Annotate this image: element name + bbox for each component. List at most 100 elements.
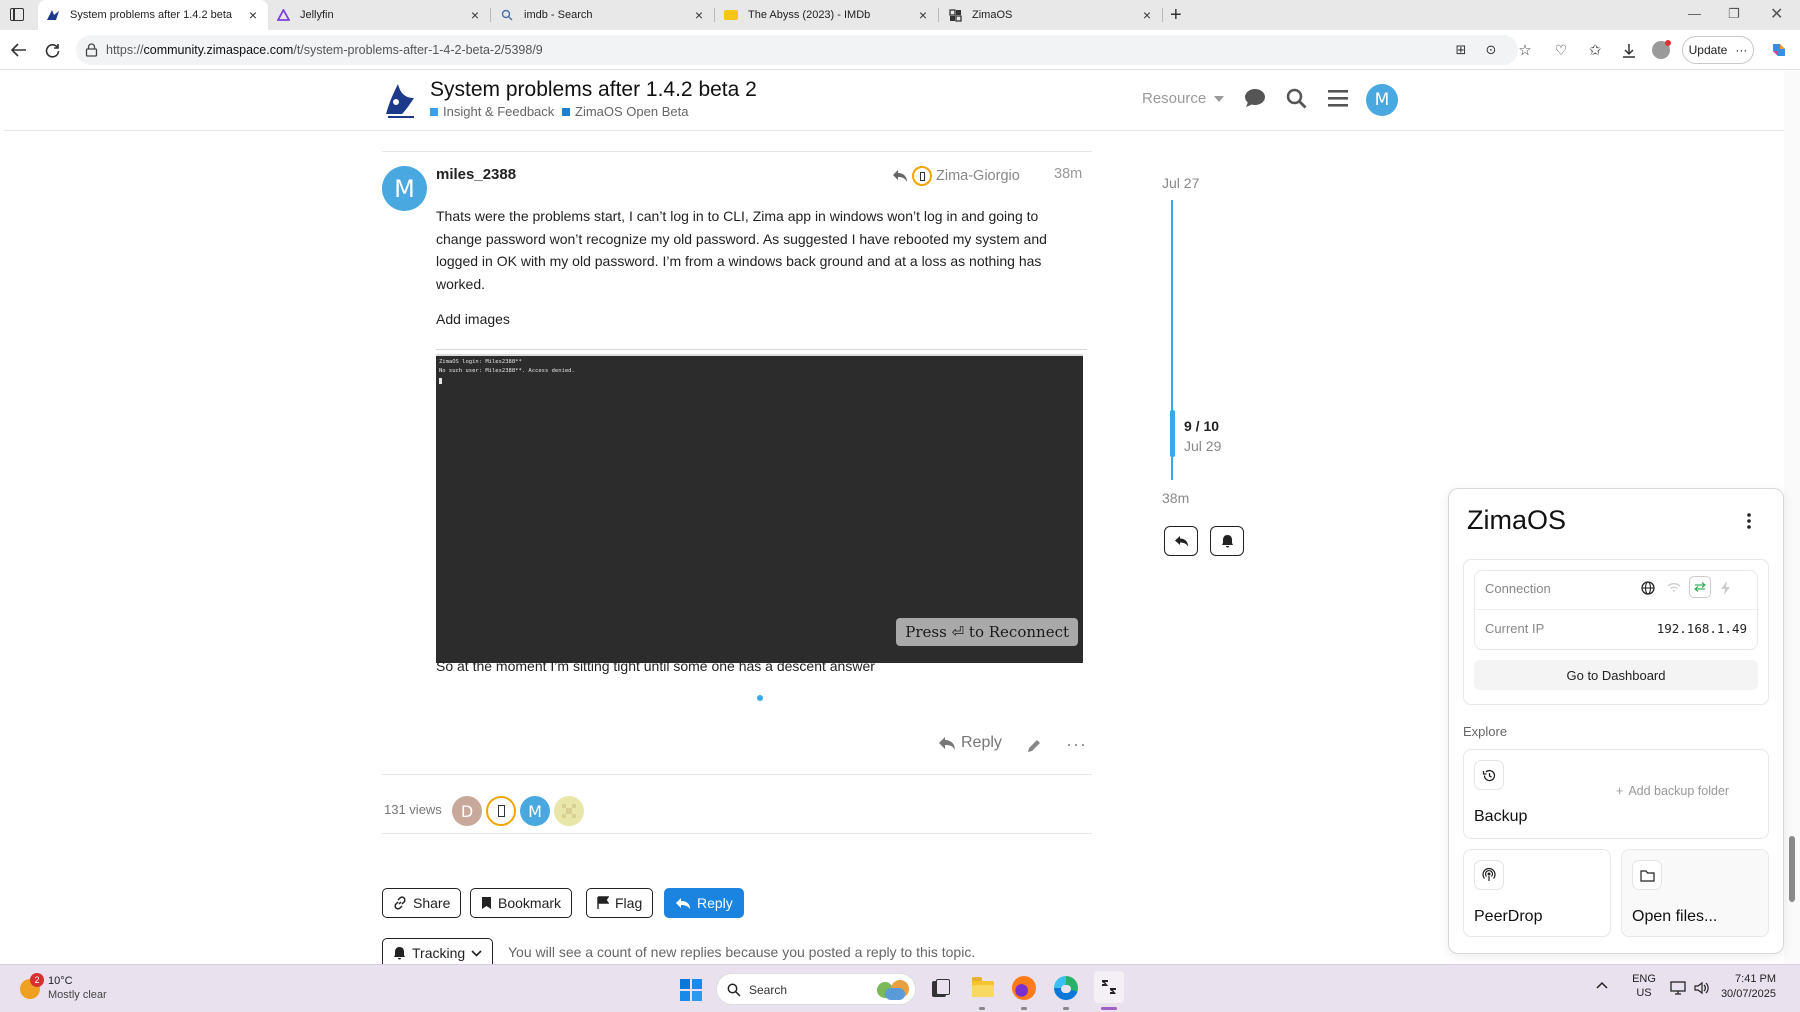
minimize-icon[interactable]: — bbox=[1688, 6, 1701, 21]
user-avatar[interactable]: M bbox=[1366, 84, 1398, 116]
search-icon[interactable] bbox=[1286, 88, 1307, 109]
chat-icon[interactable] bbox=[1244, 88, 1266, 108]
open-files-card[interactable]: Open files... bbox=[1621, 849, 1769, 937]
add-backup-folder-link[interactable]: + Add backup folder bbox=[1616, 784, 1729, 798]
go-to-dashboard-button[interactable]: Go to Dashboard bbox=[1474, 660, 1758, 690]
refresh-icon[interactable] bbox=[41, 39, 63, 61]
close-icon[interactable]: × bbox=[692, 7, 706, 23]
site-info-icon[interactable] bbox=[85, 43, 98, 57]
app-install-icon[interactable]: ⊞ bbox=[1450, 39, 1472, 61]
reply-to-name: Zima-Giorgio bbox=[936, 168, 1020, 184]
close-icon[interactable]: × bbox=[916, 7, 930, 23]
terminal-screenshot[interactable]: ZimaOS login: Miles2388** No such user: … bbox=[436, 354, 1083, 663]
tab-jellyfin[interactable]: Jellyfin × bbox=[268, 0, 490, 30]
edit-pencil-icon[interactable] bbox=[1026, 738, 1042, 754]
zimaos-whale-icon bbox=[46, 8, 60, 22]
tab-system-problems[interactable]: System problems after 1.4.2 beta × bbox=[38, 0, 268, 30]
tab-title: imdb - Search bbox=[524, 9, 593, 21]
kebab-menu-icon[interactable] bbox=[1747, 513, 1751, 529]
chevron-up-icon[interactable] bbox=[1596, 981, 1608, 989]
url-text: https://community.zimaspace.com/t/system… bbox=[106, 43, 543, 57]
terminal-cursor bbox=[439, 378, 442, 384]
tab-actions-icon[interactable] bbox=[10, 8, 24, 21]
app-indicator bbox=[1021, 1007, 1027, 1010]
participant-avatar[interactable]: M bbox=[520, 796, 550, 826]
link-icon bbox=[394, 896, 406, 910]
post-author-avatar[interactable]: M bbox=[382, 166, 427, 211]
peerdrop-card[interactable]: PeerDrop bbox=[1463, 849, 1611, 937]
timeline-reply-button[interactable] bbox=[1164, 526, 1198, 556]
post-author-name[interactable]: miles_2388 bbox=[436, 166, 516, 183]
favorites-icon[interactable]: ✩ bbox=[1584, 39, 1606, 61]
start-button[interactable] bbox=[680, 979, 702, 1001]
tab-the-abyss[interactable]: The Abyss (2023) - IMDb × bbox=[716, 0, 938, 30]
reply-arrow-icon bbox=[1174, 536, 1188, 547]
loading-dot bbox=[757, 695, 763, 701]
participant-avatar[interactable] bbox=[554, 796, 584, 826]
post-reply-button[interactable]: Reply bbox=[938, 734, 1002, 752]
close-icon[interactable]: × bbox=[468, 7, 482, 23]
browser-essentials-icon[interactable]: ♡ bbox=[1550, 39, 1572, 61]
resource-dropdown[interactable]: Resource bbox=[1142, 90, 1225, 107]
category-zimaos-open-beta[interactable]: ZimaOS Open Beta bbox=[562, 104, 688, 119]
more-options-icon[interactable]: ··· bbox=[1066, 734, 1087, 755]
download-icon[interactable] bbox=[1618, 39, 1640, 61]
weather-widget[interactable]: 2 10°C Mostly clear bbox=[16, 971, 136, 1007]
timeline-notify-button[interactable] bbox=[1210, 526, 1244, 556]
connection-card: Connection Current IP 192.168.1.49 Go to… bbox=[1463, 559, 1769, 705]
network-icon[interactable] bbox=[1670, 981, 1686, 995]
volume-icon[interactable] bbox=[1694, 981, 1710, 995]
hamburger-menu-icon[interactable] bbox=[1328, 90, 1348, 107]
firefox-icon[interactable] bbox=[1012, 976, 1036, 1000]
bookmark-button[interactable]: Bookmark bbox=[470, 888, 573, 918]
clock[interactable]: 7:41 PM 30/07/2025 bbox=[1716, 973, 1776, 1000]
close-window-icon[interactable]: ✕ bbox=[1770, 4, 1783, 24]
flag-button[interactable]: Flag bbox=[586, 888, 654, 918]
copilot-icon[interactable] bbox=[1768, 39, 1790, 61]
site-logo[interactable] bbox=[384, 80, 418, 120]
participant-avatar[interactable]: D bbox=[452, 796, 482, 826]
profile-icon[interactable] bbox=[1650, 39, 1672, 61]
edge-icon[interactable] bbox=[1054, 976, 1078, 1000]
participant-avatar[interactable] bbox=[486, 796, 516, 826]
task-view-icon[interactable] bbox=[932, 979, 950, 999]
update-button[interactable]: Update ··· bbox=[1682, 36, 1754, 64]
timeline-start-date[interactable]: Jul 27 bbox=[1162, 175, 1199, 191]
post-time[interactable]: 38m bbox=[1054, 166, 1082, 182]
share-button[interactable]: Share bbox=[382, 888, 462, 918]
reconnect-overlay[interactable]: Press ⏎ to Reconnect bbox=[896, 618, 1078, 646]
timeline-current-date: Jul 29 bbox=[1184, 438, 1222, 454]
close-icon[interactable]: × bbox=[246, 7, 260, 23]
topic-title[interactable]: System problems after 1.4.2 beta 2 bbox=[430, 78, 757, 102]
reader-icon[interactable]: ⊙ bbox=[1480, 39, 1502, 61]
favorite-star-icon[interactable]: ☆ bbox=[1514, 39, 1536, 61]
scrollbar-thumb[interactable] bbox=[1789, 836, 1795, 902]
plus-icon: + bbox=[1616, 784, 1624, 798]
close-icon[interactable]: × bbox=[1140, 7, 1154, 23]
more-icon[interactable]: ··· bbox=[1735, 43, 1747, 57]
backup-card[interactable]: + Add backup folder Backup bbox=[1463, 749, 1769, 839]
category-insight-feedback[interactable]: Insight & Feedback bbox=[430, 104, 554, 119]
address-bar[interactable]: https://community.zimaspace.com/t/system… bbox=[76, 35, 1532, 65]
backup-label: Backup bbox=[1474, 808, 1528, 825]
zimaos-app-icon[interactable] bbox=[1094, 971, 1124, 1003]
page-scrollbar[interactable] bbox=[1784, 70, 1800, 964]
connection-label: Connection bbox=[1485, 581, 1551, 596]
taskbar-search-box[interactable]: Search bbox=[716, 973, 916, 1005]
language-indicator[interactable]: ENG US bbox=[1632, 973, 1656, 999]
reply-to-link[interactable]: Zima-Giorgio bbox=[892, 166, 1020, 186]
file-explorer-icon[interactable] bbox=[972, 977, 994, 997]
timeline-end-label[interactable]: 38m bbox=[1162, 490, 1189, 506]
header-divider bbox=[4, 130, 1784, 131]
timeline-handle[interactable] bbox=[1170, 410, 1175, 457]
lan-transfer-icon bbox=[1689, 576, 1711, 598]
restore-icon[interactable]: ❐ bbox=[1728, 6, 1740, 22]
tab-imdb-search[interactable]: imdb - Search × bbox=[492, 0, 714, 30]
imdb-icon bbox=[724, 8, 738, 22]
new-tab-button[interactable]: + bbox=[1170, 4, 1182, 27]
tab-zimaos[interactable]: ZimaOS × bbox=[940, 0, 1162, 30]
back-arrow-icon[interactable] bbox=[8, 39, 30, 61]
clock-time: 7:41 PM bbox=[1735, 973, 1776, 985]
tracking-dropdown[interactable]: Tracking bbox=[382, 938, 494, 964]
reply-button[interactable]: Reply bbox=[664, 888, 744, 918]
